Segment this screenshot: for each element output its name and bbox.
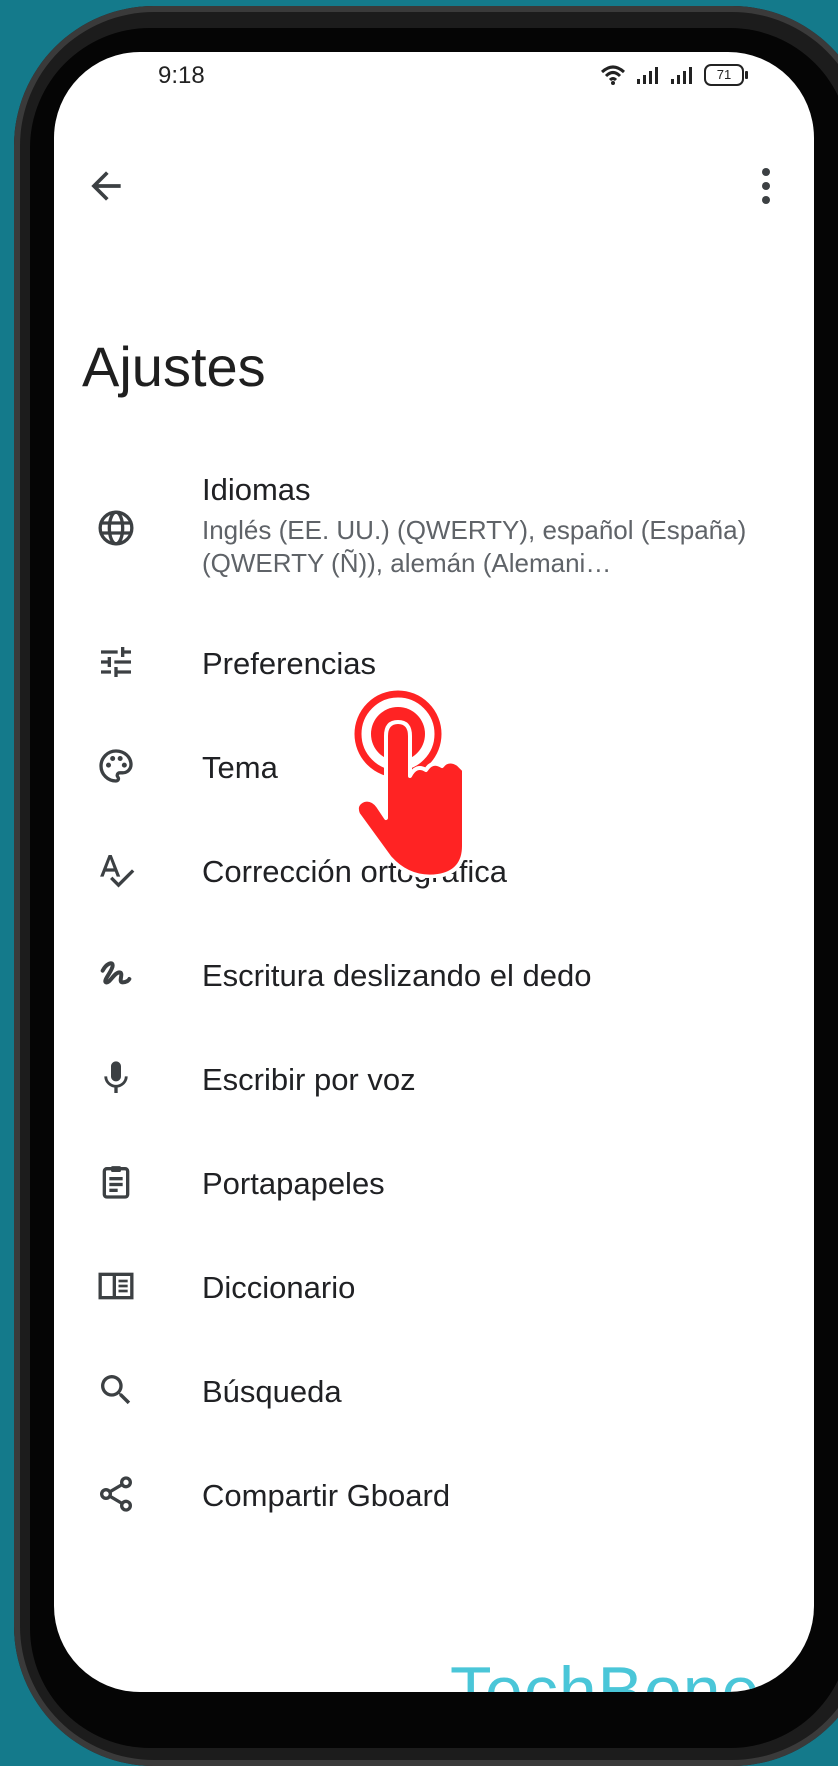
top-app-bar — [54, 150, 814, 222]
settings-item-label: Diccionario — [202, 1270, 356, 1305]
wifi-icon — [600, 65, 626, 85]
settings-item-label: Tema — [202, 750, 278, 785]
spellcheck-icon — [94, 848, 138, 892]
battery-indicator: 71 — [704, 64, 748, 86]
microphone-icon — [94, 1056, 138, 1100]
settings-item-busqueda[interactable]: Búsqueda — [54, 1352, 814, 1442]
settings-item-label: Idiomas — [202, 472, 311, 507]
status-time: 9:18 — [158, 62, 205, 89]
settings-item-label: Búsqueda — [202, 1374, 342, 1409]
settings-item-subtitle: Inglés (EE. UU.) (QWERTY), español (Espa… — [202, 515, 747, 578]
settings-item-idiomas[interactable]: Idiomas Inglés (EE. UU.) (QWERTY), españ… — [54, 472, 814, 592]
back-button[interactable] — [84, 164, 128, 208]
watermark-logo: TechBone — [450, 1653, 761, 1692]
share-icon — [94, 1472, 138, 1516]
clipboard-icon — [94, 1160, 138, 1204]
status-bar: 9:18 71 — [54, 52, 814, 112]
settings-item-label: Compartir Gboard — [202, 1478, 451, 1513]
search-icon — [94, 1368, 138, 1412]
dictionary-icon — [94, 1264, 138, 1308]
sliders-icon — [94, 640, 138, 684]
palette-icon — [94, 744, 138, 788]
settings-item-portapapeles[interactable]: Portapapeles — [54, 1144, 814, 1234]
settings-item-escritura-deslizando[interactable]: Escritura deslizando el dedo — [54, 936, 814, 1026]
signal-icon-2 — [671, 67, 692, 84]
tap-hand-icon — [354, 690, 466, 878]
settings-item-compartir[interactable]: Compartir Gboard — [54, 1456, 814, 1546]
more-vert-icon — [762, 168, 770, 204]
settings-item-label: Preferencias — [202, 646, 377, 681]
signal-icon — [637, 67, 658, 84]
settings-item-label: Escritura deslizando el dedo — [202, 958, 592, 993]
more-options-button[interactable] — [756, 164, 776, 208]
settings-item-label: Portapapeles — [202, 1166, 385, 1201]
globe-icon — [94, 506, 138, 550]
settings-item-label: Escribir por voz — [202, 1062, 416, 1097]
settings-item-escribir-voz[interactable]: Escribir por voz — [54, 1040, 814, 1130]
settings-item-diccionario[interactable]: Diccionario — [54, 1248, 814, 1338]
screen: 9:18 71 Ajustes Idiomas Inglés (EE. UU.)… — [54, 52, 814, 1692]
arrow-back-icon — [91, 171, 121, 201]
gesture-icon — [94, 952, 138, 996]
page-title: Ajustes — [82, 335, 266, 398]
status-icons: 71 — [600, 64, 748, 86]
